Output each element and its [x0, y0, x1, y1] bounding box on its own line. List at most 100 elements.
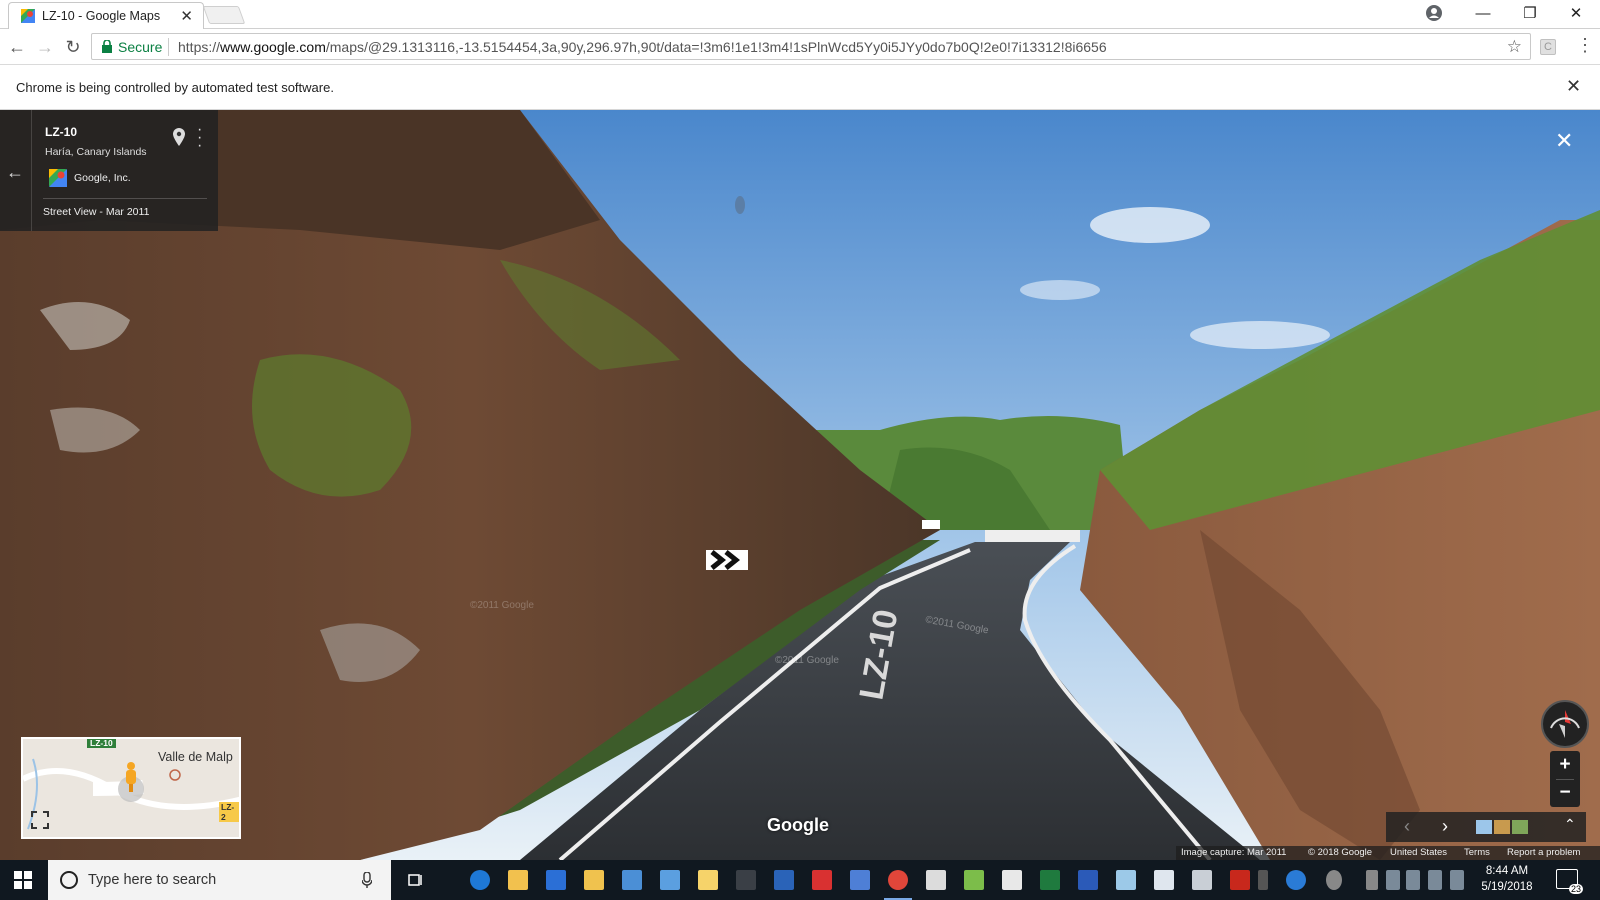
action-center-icon[interactable]: 23	[1556, 869, 1583, 894]
secure-label: Secure	[118, 39, 163, 55]
photos-icon[interactable]	[1154, 870, 1174, 890]
filmstrip-thumb-2[interactable]	[1494, 820, 1510, 834]
folder-icon[interactable]	[584, 870, 604, 890]
mini-map-place-label: Valle de Malp	[158, 750, 233, 764]
new-tab-button[interactable]	[202, 6, 246, 24]
cloud-sync-icon[interactable]	[1386, 870, 1400, 890]
google-maps-favicon-icon	[21, 9, 35, 23]
taskbar-search-box[interactable]: Type here to search	[48, 860, 391, 900]
card-separator	[43, 198, 207, 199]
tab-strip: LZ-10 - Google Maps ✕ — ❐ ✕	[0, 0, 1600, 29]
chrome-icon[interactable]	[888, 870, 908, 890]
bookmark-star-icon[interactable]: ☆	[1507, 37, 1522, 57]
filmstrip-thumb-3[interactable]	[1512, 820, 1528, 834]
svg-text:LZ-10: LZ-10	[852, 610, 905, 700]
photo-filmstrip: ‹ › ⌃	[1386, 812, 1586, 842]
taskbar-overflow-icon[interactable]	[1258, 870, 1268, 890]
infobar-message: Chrome is being controlled by automated …	[16, 80, 334, 95]
tab-google-maps[interactable]: LZ-10 - Google Maps ✕	[8, 2, 204, 29]
snipping-icon[interactable]	[1116, 870, 1136, 890]
minimize-button[interactable]: —	[1460, 3, 1506, 25]
tray-chevron-icon[interactable]	[1366, 870, 1378, 890]
pegman-icon[interactable]	[121, 761, 141, 795]
terms-link[interactable]: Terms	[1464, 847, 1490, 858]
compass-icon[interactable]	[1541, 700, 1589, 748]
omnibox-separator	[168, 38, 169, 56]
report-problem-link[interactable]: Report a problem	[1507, 847, 1580, 858]
more-options-icon[interactable]: · · ·	[197, 122, 205, 154]
taskbar-search-placeholder: Type here to search	[88, 872, 217, 888]
word-icon[interactable]	[1078, 870, 1098, 890]
clock-time[interactable]: 8:44 AM	[1472, 865, 1542, 877]
task-view-icon[interactable]	[406, 870, 426, 890]
cortana-icon	[60, 871, 78, 889]
display-app-icon[interactable]	[1192, 870, 1212, 890]
notes-folder-icon[interactable]	[698, 870, 718, 890]
notepad-app-icon[interactable]	[964, 870, 984, 890]
close-streetview-icon[interactable]: ✕	[1555, 128, 1573, 154]
microphone-icon[interactable]	[362, 872, 372, 888]
mini-map-road-label-2: LZ-2	[219, 802, 239, 822]
image-capture-date: Image capture: Mar 2011	[1181, 847, 1287, 858]
mini-map-road-label: LZ-10	[87, 739, 116, 748]
notification-count: 23	[1568, 884, 1583, 894]
filmstrip-next-icon[interactable]: ›	[1442, 816, 1448, 837]
back-to-map-icon[interactable]: ←	[6, 162, 24, 183]
google-logo: Google	[767, 815, 829, 835]
reload-button[interactable]: ↻	[62, 36, 84, 58]
battery-icon[interactable]	[1406, 870, 1420, 890]
close-window-button[interactable]: ✕	[1553, 3, 1599, 25]
automation-infobar: Chrome is being controlled by automated …	[0, 65, 1600, 110]
powershell-icon[interactable]	[774, 870, 794, 890]
mail-icon[interactable]	[1002, 870, 1022, 890]
windows-taskbar: Type here to search 8:44 AM 5/19/2018 23	[0, 860, 1600, 900]
filezilla-icon[interactable]	[1230, 870, 1250, 890]
back-button[interactable]: ←	[6, 36, 28, 58]
watermark-text-1: ©2011 Google	[775, 655, 839, 666]
people-icon[interactable]	[1326, 870, 1342, 890]
address-bar[interactable]: Secure https://www.google.com/maps/@29.1…	[91, 33, 1531, 60]
filmstrip-thumb-1[interactable]	[1476, 820, 1492, 834]
excel-icon[interactable]	[1040, 870, 1060, 890]
red-app-icon[interactable]	[812, 870, 832, 890]
extension-icon[interactable]: C	[1540, 39, 1556, 55]
expand-map-icon[interactable]	[31, 811, 49, 829]
road-marking-label: LZ-10	[852, 610, 905, 700]
watermark-text-3: ©2011 Google	[470, 600, 534, 611]
network-app-icon[interactable]	[660, 870, 680, 890]
edge-icon[interactable]	[470, 870, 490, 890]
tool-app-icon[interactable]	[736, 870, 756, 890]
zoom-in-button[interactable]: +	[1550, 751, 1580, 779]
account-icon[interactable]	[1426, 5, 1442, 21]
contributor-name[interactable]: Google, Inc.	[74, 172, 131, 184]
lock-icon	[102, 40, 112, 53]
location-info-card: ← LZ-10 Haría, Canary Islands · · · Google…	[0, 110, 218, 231]
wifi-icon[interactable]	[1428, 870, 1442, 890]
clock-date[interactable]: 5/19/2018	[1472, 881, 1542, 893]
tab-title: LZ-10 - Google Maps	[42, 9, 161, 23]
store-icon[interactable]	[546, 870, 566, 890]
zoom-out-button[interactable]: −	[1550, 779, 1580, 807]
filmstrip-expand-icon[interactable]: ⌃	[1564, 816, 1576, 833]
windows-start-icon[interactable]	[14, 871, 32, 889]
filmstrip-prev-icon[interactable]: ‹	[1404, 816, 1410, 837]
remote-app-icon[interactable]	[850, 870, 870, 890]
google-maps-logo-icon	[49, 169, 67, 187]
document-app-icon[interactable]	[926, 870, 946, 890]
restore-button[interactable]: ❐	[1507, 3, 1553, 25]
file-explorer-icon[interactable]	[508, 870, 528, 890]
infobar-close-icon[interactable]: ✕	[1566, 76, 1581, 97]
volume-muted-icon[interactable]	[1450, 870, 1464, 890]
chrome-menu-icon[interactable]: ⋮	[1576, 35, 1594, 56]
tab-close-icon[interactable]: ✕	[180, 7, 193, 25]
forward-button[interactable]: →	[34, 36, 56, 58]
help-icon[interactable]	[1286, 870, 1306, 890]
outlook-icon[interactable]	[622, 870, 642, 890]
country-link[interactable]: United States	[1390, 847, 1447, 858]
mini-map[interactable]: LZ-10 Valle de Malp LZ-2	[21, 737, 241, 839]
url-text[interactable]: https://www.google.com/maps/@29.1313116,…	[178, 39, 1107, 55]
location-subtitle: Haría, Canary Islands	[45, 146, 147, 158]
location-pin-icon[interactable]	[172, 128, 186, 146]
capture-date[interactable]: Street View - Mar 2011	[43, 206, 149, 218]
card-divider	[31, 110, 32, 231]
